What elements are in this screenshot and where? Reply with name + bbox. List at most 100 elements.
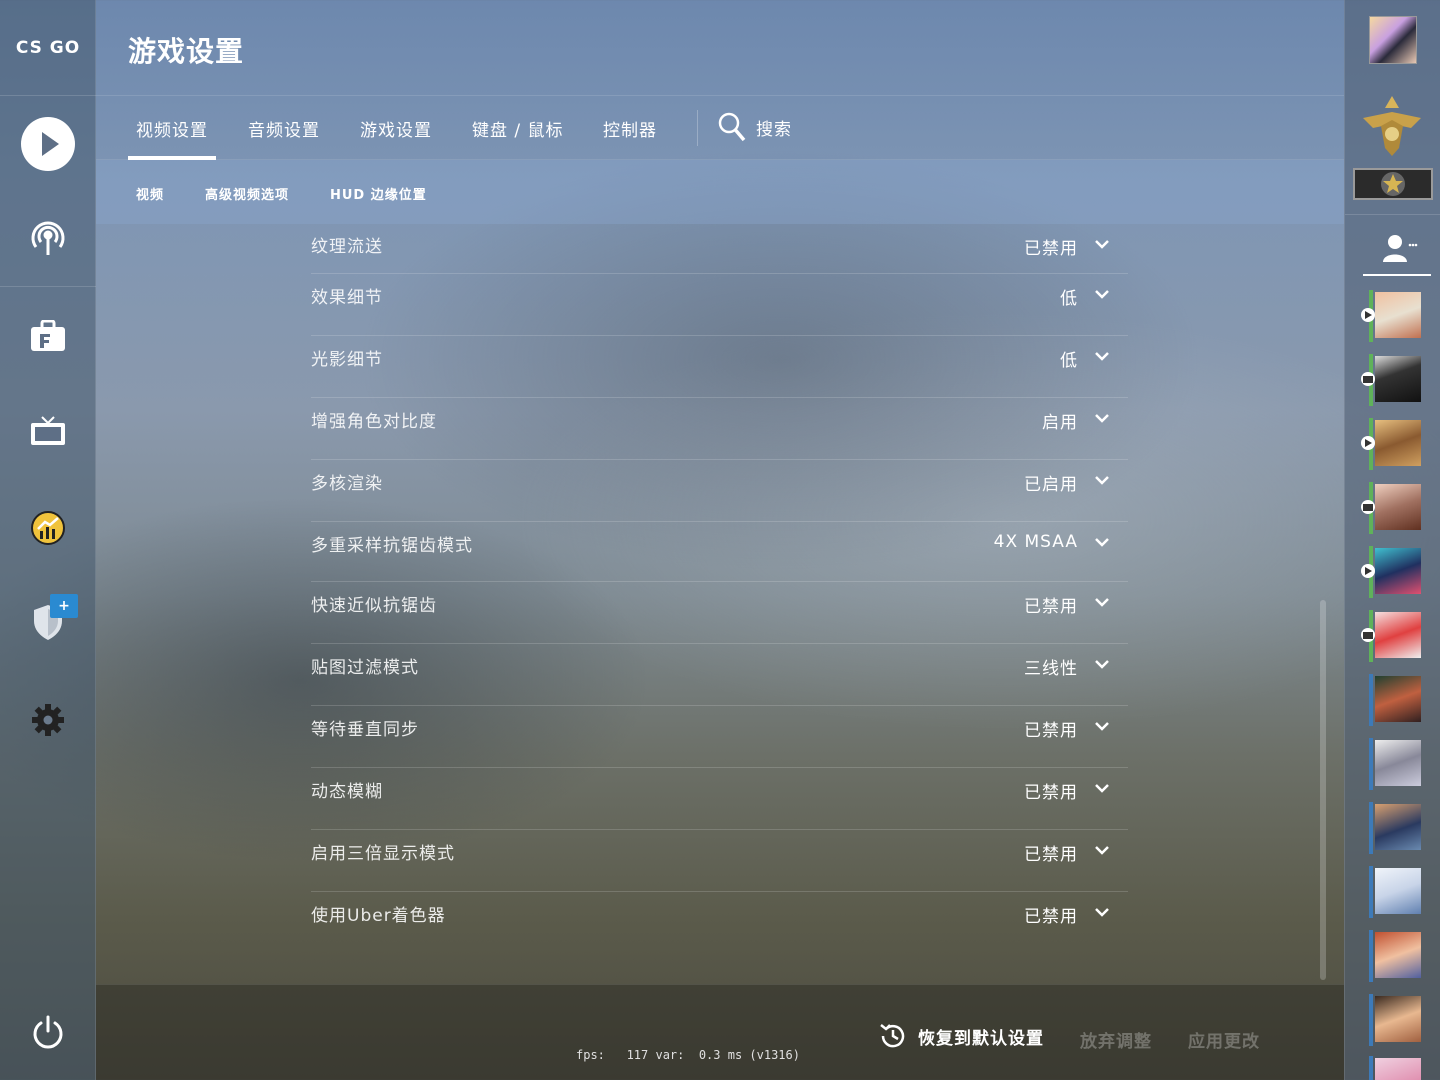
offline-indicator bbox=[1369, 1056, 1373, 1080]
setting-value[interactable]: 低 bbox=[1060, 284, 1078, 309]
chevron-down-icon[interactable] bbox=[1094, 410, 1110, 426]
watching-icon bbox=[1361, 628, 1375, 642]
setting-row[interactable]: 启用三倍显示模式 已禁用 bbox=[311, 830, 1128, 892]
offline-indicator bbox=[1369, 674, 1373, 726]
tab-video[interactable]: 视频设置 bbox=[128, 116, 216, 160]
chevron-down-icon[interactable] bbox=[1094, 286, 1110, 302]
tab-keyboard-mouse[interactable]: 键盘 / 鼠标 bbox=[464, 116, 572, 160]
setting-row[interactable]: 使用Uber着色器 已禁用 bbox=[311, 892, 1128, 954]
offline-indicator bbox=[1369, 738, 1373, 790]
setting-value[interactable]: 三线性 bbox=[1024, 654, 1078, 679]
settings-button[interactable] bbox=[0, 688, 96, 752]
inventory-button[interactable] bbox=[0, 304, 96, 368]
chevron-down-icon[interactable] bbox=[1094, 656, 1110, 672]
setting-value[interactable]: 已禁用 bbox=[1024, 778, 1078, 803]
friend-item[interactable] bbox=[1369, 738, 1423, 790]
setting-label: 效果细节 bbox=[311, 288, 383, 308]
tab-audio[interactable]: 音频设置 bbox=[240, 116, 328, 160]
player-avatar[interactable] bbox=[1369, 16, 1417, 64]
setting-row[interactable]: 纹理流送 已禁用 bbox=[311, 224, 1128, 274]
setting-value[interactable]: 低 bbox=[1060, 346, 1078, 371]
friend-item[interactable] bbox=[1361, 354, 1423, 406]
friend-item[interactable] bbox=[1369, 802, 1423, 854]
chevron-down-icon[interactable] bbox=[1094, 718, 1110, 734]
setting-value[interactable]: 已禁用 bbox=[1024, 592, 1078, 617]
setting-label: 动态模糊 bbox=[311, 782, 383, 802]
setting-value[interactable]: 已禁用 bbox=[1024, 840, 1078, 865]
chevron-down-icon[interactable] bbox=[1094, 472, 1110, 488]
setting-row[interactable]: 动态模糊 已禁用 bbox=[311, 768, 1128, 830]
setting-row[interactable]: 光影细节 低 bbox=[311, 336, 1128, 398]
friend-item[interactable] bbox=[1361, 290, 1423, 342]
watching-icon bbox=[1361, 500, 1375, 514]
friend-avatar bbox=[1375, 1058, 1421, 1080]
friend-item[interactable] bbox=[1361, 418, 1423, 470]
play-button[interactable] bbox=[0, 112, 96, 176]
tab-game[interactable]: 游戏设置 bbox=[352, 116, 440, 160]
stats-icon bbox=[31, 511, 65, 545]
friend-item[interactable] bbox=[1361, 546, 1423, 598]
friend-item[interactable] bbox=[1369, 1056, 1423, 1080]
apply-button[interactable]: 应用更改 bbox=[1188, 1027, 1260, 1052]
settings-subtabs: 视频 高级视频选项 HUD 边缘位置 bbox=[96, 160, 1344, 224]
setting-value[interactable]: 已禁用 bbox=[1024, 902, 1078, 927]
friend-item[interactable] bbox=[1361, 610, 1423, 662]
friend-item[interactable] bbox=[1369, 994, 1423, 1046]
setting-label: 启用三倍显示模式 bbox=[311, 844, 455, 864]
in-game-icon bbox=[1361, 436, 1375, 450]
setting-row[interactable]: 增强角色对比度 启用 bbox=[311, 398, 1128, 460]
setting-row[interactable]: 快速近似抗锯齿 已禁用 bbox=[311, 582, 1128, 644]
friends-icon bbox=[1363, 235, 1431, 276]
setting-value[interactable]: 4X MSAA bbox=[994, 532, 1078, 552]
setting-value[interactable]: 已禁用 bbox=[1024, 234, 1078, 259]
chevron-down-icon[interactable] bbox=[1094, 594, 1110, 610]
service-medal bbox=[1353, 168, 1433, 200]
watch-button[interactable] bbox=[0, 400, 96, 464]
friend-item[interactable] bbox=[1369, 674, 1423, 726]
setting-label: 增强角色对比度 bbox=[311, 412, 437, 432]
friend-item[interactable] bbox=[1369, 866, 1423, 918]
chevron-down-icon[interactable] bbox=[1094, 348, 1110, 364]
setting-value[interactable]: 启用 bbox=[1042, 408, 1078, 433]
chevron-down-icon[interactable] bbox=[1094, 534, 1110, 550]
friends-button[interactable] bbox=[1363, 232, 1431, 276]
setting-value[interactable]: 已启用 bbox=[1024, 470, 1078, 495]
friend-item[interactable] bbox=[1369, 930, 1423, 982]
setting-row[interactable]: 贴图过滤模式 三线性 bbox=[311, 644, 1128, 706]
chevron-down-icon[interactable] bbox=[1094, 842, 1110, 858]
fps-readout: fps: 117 var: 0.3 ms (v1316) bbox=[576, 1048, 800, 1062]
discard-button[interactable]: 放弃调整 bbox=[1080, 1027, 1152, 1052]
friend-item[interactable] bbox=[1361, 482, 1423, 534]
setting-row[interactable]: 多重采样抗锯齿模式 4X MSAA bbox=[311, 522, 1128, 582]
left-sidebar: CS GO + bbox=[0, 0, 96, 1080]
subtab-video[interactable]: 视频 bbox=[136, 184, 164, 203]
friend-avatar bbox=[1375, 612, 1421, 658]
friends-divider bbox=[1345, 214, 1440, 215]
setting-label: 纹理流送 bbox=[311, 237, 383, 257]
friend-avatar bbox=[1375, 868, 1421, 914]
setting-value[interactable]: 已禁用 bbox=[1024, 716, 1078, 741]
subtab-hud-edge[interactable]: HUD 边缘位置 bbox=[330, 184, 427, 203]
subtab-advanced-video[interactable]: 高级视频选项 bbox=[205, 184, 289, 203]
operation-button[interactable]: + bbox=[0, 590, 96, 654]
setting-label: 贴图过滤模式 bbox=[311, 658, 419, 678]
chevron-down-icon[interactable] bbox=[1094, 904, 1110, 920]
scrollbar[interactable] bbox=[1320, 600, 1326, 980]
chevron-down-icon[interactable] bbox=[1094, 780, 1110, 796]
setting-row[interactable]: 多核渲染 已启用 bbox=[311, 460, 1128, 522]
setting-row[interactable]: 效果细节 低 bbox=[311, 274, 1128, 336]
csgo-logo[interactable]: CS GO bbox=[0, 0, 96, 96]
play-icon bbox=[21, 117, 75, 171]
setting-label: 快速近似抗锯齿 bbox=[311, 596, 437, 616]
setting-row[interactable]: 等待垂直同步 已禁用 bbox=[311, 706, 1128, 768]
tab-controller[interactable]: 控制器 bbox=[595, 116, 665, 160]
stats-button[interactable] bbox=[0, 496, 96, 560]
in-game-icon bbox=[1361, 564, 1375, 578]
broadcast-button[interactable] bbox=[0, 206, 96, 270]
setting-label: 多核渲染 bbox=[311, 474, 383, 494]
tv-icon bbox=[31, 416, 65, 445]
reset-defaults-button[interactable]: 恢复到默认设置 bbox=[878, 1021, 1044, 1051]
search-button[interactable]: 搜索 bbox=[718, 112, 792, 142]
chevron-down-icon[interactable] bbox=[1094, 236, 1110, 252]
power-button[interactable] bbox=[0, 1000, 96, 1064]
